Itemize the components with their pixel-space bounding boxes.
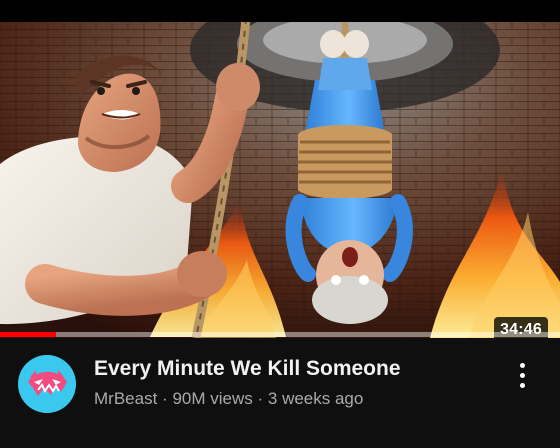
video-thumbnail[interactable]: 34:46 — [0, 22, 560, 338]
menu-dot-bottom — [519, 382, 525, 388]
upload-age: 3 weeks ago — [267, 389, 364, 408]
video-title[interactable]: Every Minute We Kill Someone — [94, 356, 474, 382]
thumbnail-image — [0, 22, 560, 338]
channel-name[interactable]: MrBeast — [94, 389, 157, 408]
video-subtitle: MrBeast · 90M views · 3 weeks ago — [94, 388, 474, 410]
video-metadata: Every Minute We Kill Someone MrBeast · 9… — [0, 338, 560, 448]
meta-separator-1: · — [162, 389, 168, 408]
view-count: 90M views — [172, 389, 253, 408]
watch-progress-bar — [0, 332, 560, 337]
menu-dot-middle — [519, 372, 525, 378]
mrbeast-logo-icon — [18, 355, 76, 413]
channel-avatar[interactable] — [18, 355, 76, 413]
meta-separator-2: · — [257, 389, 264, 408]
status-bar-area — [0, 0, 560, 22]
watch-progress-fill — [0, 332, 56, 337]
more-vertical-icon[interactable] — [510, 358, 534, 392]
video-card[interactable]: 34:46 Every Minute We Kill Someone MrBea… — [0, 0, 560, 448]
menu-dot-top — [519, 362, 525, 368]
